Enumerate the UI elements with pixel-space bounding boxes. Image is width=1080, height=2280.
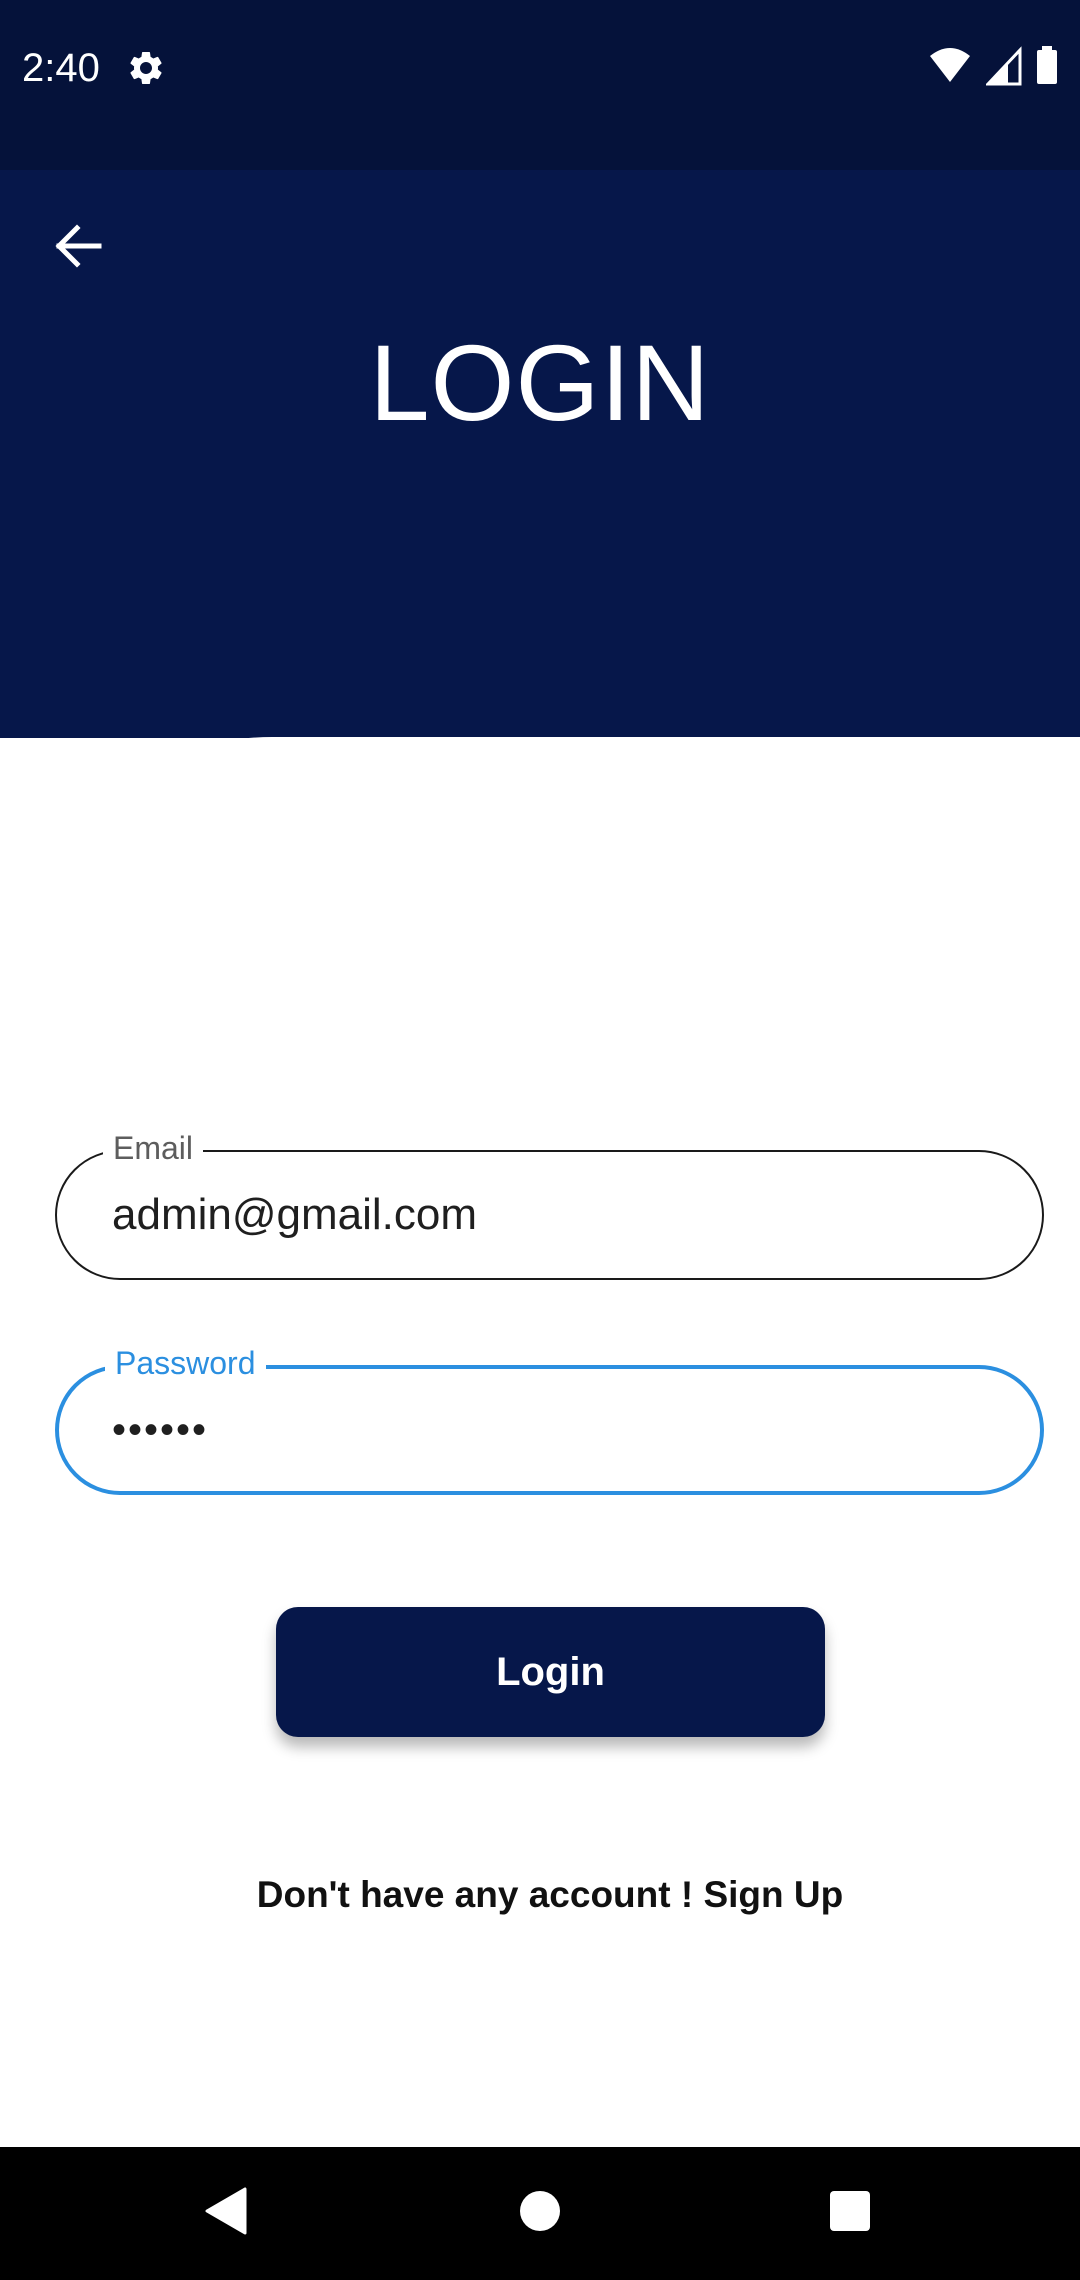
email-field[interactable]: Email admin@gmail.com [55, 1128, 1044, 1280]
nav-back-button[interactable] [165, 2147, 285, 2280]
back-triangle-icon [203, 2187, 247, 2240]
nav-recents-button[interactable] [790, 2147, 910, 2280]
gear-icon [126, 48, 166, 88]
signup-link[interactable]: Don't have any account ! Sign Up [0, 1874, 1080, 1916]
nav-bar [0, 2147, 1080, 2280]
status-icons [928, 45, 1058, 91]
signal-icon [984, 45, 1022, 91]
password-field[interactable]: Password •••••• [55, 1343, 1044, 1495]
status-time: 2:40 [22, 46, 100, 90]
status-bar: 2:40 [0, 0, 1080, 170]
wifi-icon [928, 46, 972, 91]
battery-icon [1036, 45, 1058, 91]
home-circle-icon [518, 2189, 562, 2238]
password-value[interactable]: •••••• [112, 1369, 208, 1491]
back-button[interactable] [40, 210, 116, 286]
nav-home-button[interactable] [480, 2147, 600, 2280]
login-button[interactable]: Login [276, 1607, 825, 1737]
email-value[interactable]: admin@gmail.com [112, 1152, 477, 1278]
page-title: LOGIN [369, 322, 711, 443]
arrow-left-icon [53, 223, 103, 273]
header [0, 170, 1080, 738]
recents-square-icon [829, 2190, 871, 2237]
login-screen: 2:40 LOGIN Email admin@gmail.com Passwor… [0, 0, 1080, 2280]
